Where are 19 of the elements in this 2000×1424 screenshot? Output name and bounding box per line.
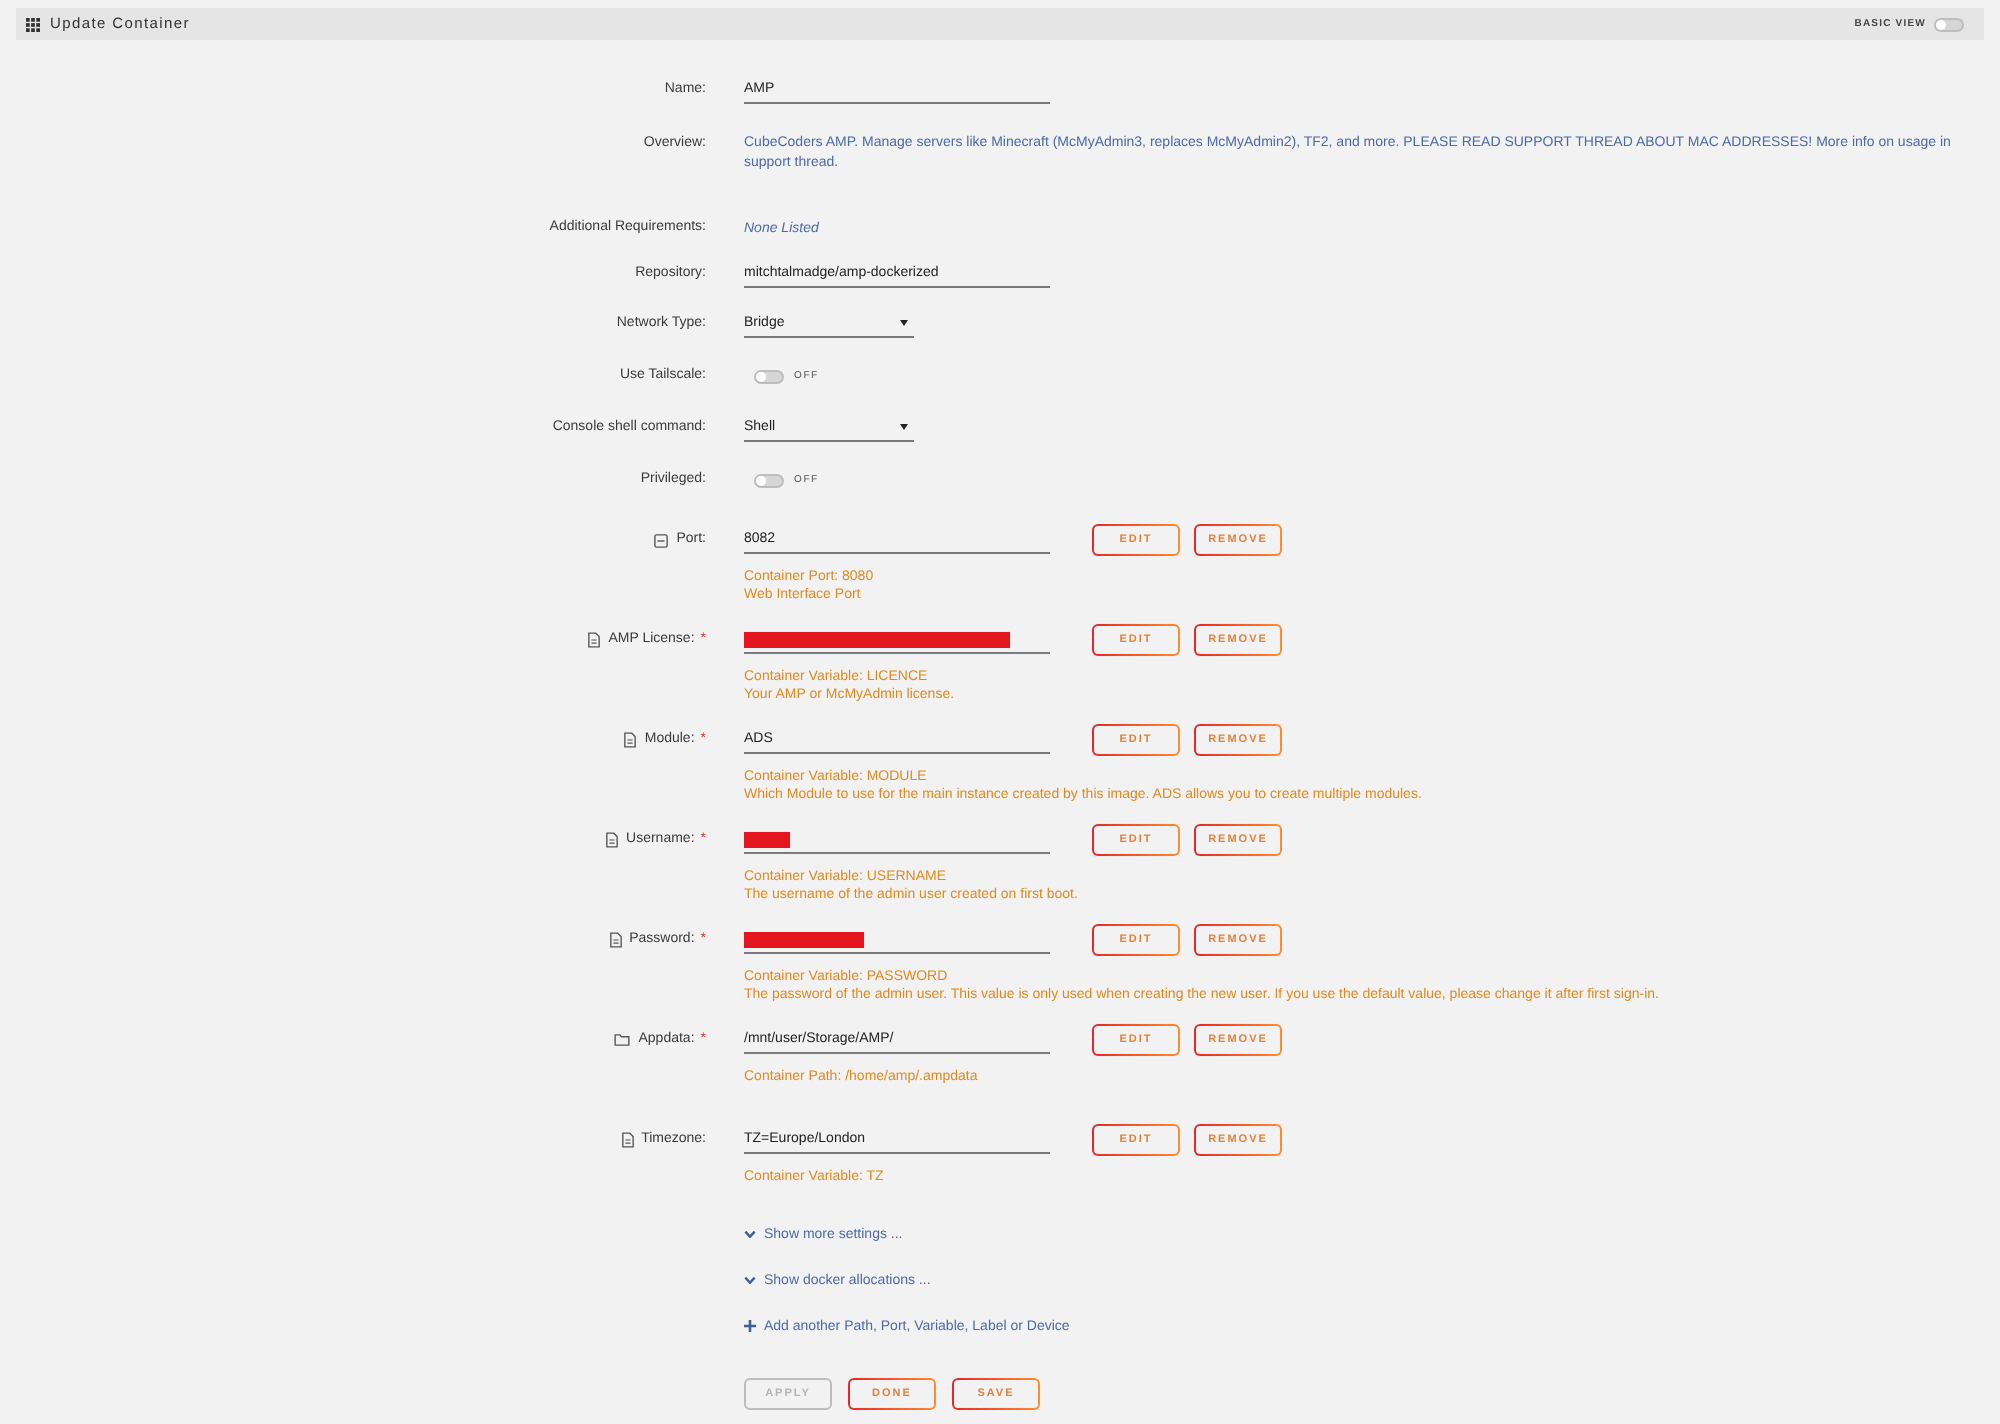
document-icon xyxy=(621,1132,634,1148)
chevron-down-icon xyxy=(744,1275,756,1285)
toggle-switch[interactable] xyxy=(754,473,784,487)
caret-icon xyxy=(900,320,908,326)
toggle-switch[interactable] xyxy=(1934,17,1964,31)
text-field[interactable] xyxy=(744,926,1050,954)
grid-icon xyxy=(26,17,40,31)
toggle-switch[interactable] xyxy=(754,369,784,383)
document-icon xyxy=(624,732,637,748)
caret-icon xyxy=(900,424,908,430)
text-field[interactable] xyxy=(744,826,1050,854)
plus-icon xyxy=(744,1320,756,1332)
minus-square-icon xyxy=(654,533,669,547)
text-field[interactable] xyxy=(744,626,1050,654)
folder-icon xyxy=(614,1034,631,1046)
document-icon xyxy=(588,632,601,648)
chevron-down-icon xyxy=(744,1229,756,1239)
document-icon xyxy=(609,932,622,948)
document-icon xyxy=(606,832,619,848)
